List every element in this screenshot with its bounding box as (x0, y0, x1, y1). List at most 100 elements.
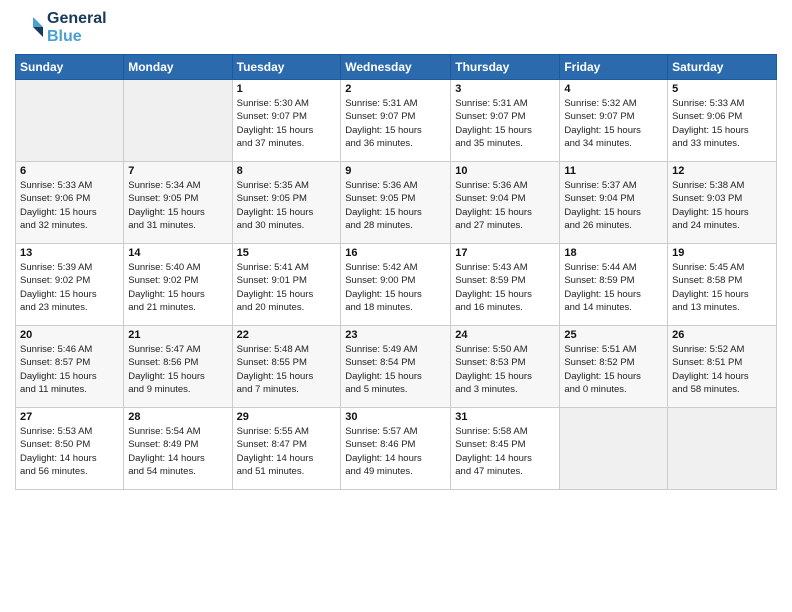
day-of-week-wednesday: Wednesday (341, 55, 451, 80)
day-number: 31 (455, 411, 555, 423)
day-info: Sunrise: 5:51 AMSunset: 8:52 PMDaylight:… (564, 343, 663, 396)
day-number: 12 (672, 165, 772, 177)
calendar-cell: 5 Sunrise: 5:33 AMSunset: 9:06 PMDaylight… (668, 80, 777, 162)
calendar-cell: 15Sunrise: 5:41 AMSunset: 9:01 PMDayligh… (232, 244, 341, 326)
day-info: Sunrise: 5:35 AMSunset: 9:05 PMDaylight:… (237, 179, 337, 232)
day-info: Sunrise: 5:37 AMSunset: 9:04 PMDaylight:… (564, 179, 663, 232)
day-info: Sunrise: 5:45 AMSunset: 8:58 PMDaylight:… (672, 261, 772, 314)
calendar-cell: 11 Sunrise: 5:37 AMSunset: 9:04 PMDayligh… (560, 162, 668, 244)
day-number: 18 (564, 247, 663, 259)
day-number: 26 (672, 329, 772, 341)
day-info: Sunrise: 5:47 AMSunset: 8:56 PMDaylight:… (128, 343, 227, 396)
day-info: Sunrise: 5:30 AMSunset: 9:07 PMDaylight:… (237, 97, 337, 150)
calendar-week-row: 1 Sunrise: 5:30 AMSunset: 9:07 PMDaylight… (16, 80, 777, 162)
day-info: Sunrise: 5:46 AMSunset: 8:57 PMDaylight:… (20, 343, 119, 396)
calendar-cell: 2Sunrise: 5:31 AMSunset: 9:07 PMDaylight… (341, 80, 451, 162)
calendar-cell: 8Sunrise: 5:35 AMSunset: 9:05 PMDaylight… (232, 162, 341, 244)
calendar-cell: 23 Sunrise: 5:49 AMSunset: 8:54 PMDayligh… (341, 326, 451, 408)
calendar-cell: 1 Sunrise: 5:30 AMSunset: 9:07 PMDaylight… (232, 80, 341, 162)
day-info: Sunrise: 5:41 AMSunset: 9:01 PMDaylight:… (237, 261, 337, 314)
day-info: Sunrise: 5:36 AMSunset: 9:04 PMDaylight:… (455, 179, 555, 232)
calendar-week-row: 6 Sunrise: 5:33 AMSunset: 9:06 PMDaylight… (16, 162, 777, 244)
day-info: Sunrise: 5:49 AMSunset: 8:54 PMDaylight:… (345, 343, 446, 396)
calendar-cell: 18 Sunrise: 5:44 AMSunset: 8:59 PMDayligh… (560, 244, 668, 326)
day-number: 3 (455, 83, 555, 95)
calendar-cell: 10 Sunrise: 5:36 AMSunset: 9:04 PMDayligh… (451, 162, 560, 244)
day-number: 23 (345, 329, 446, 341)
calendar-week-row: 20 Sunrise: 5:46 AMSunset: 8:57 PMDayligh… (16, 326, 777, 408)
logo-text: General Blue (47, 10, 107, 46)
day-info: Sunrise: 5:48 AMSunset: 8:55 PMDaylight:… (237, 343, 337, 396)
day-number: 13 (20, 247, 119, 259)
calendar-cell: 25 Sunrise: 5:51 AMSunset: 8:52 PMDayligh… (560, 326, 668, 408)
day-info: Sunrise: 5:44 AMSunset: 8:59 PMDaylight:… (564, 261, 663, 314)
day-info: Sunrise: 5:42 AMSunset: 9:00 PMDaylight:… (345, 261, 446, 314)
day-number: 11 (564, 165, 663, 177)
day-info: Sunrise: 5:36 AMSunset: 9:05 PMDaylight:… (345, 179, 446, 232)
day-info: Sunrise: 5:50 AMSunset: 8:53 PMDaylight:… (455, 343, 555, 396)
logo: General Blue (15, 10, 107, 46)
calendar-week-row: 27 Sunrise: 5:53 AMSunset: 8:50 PMDayligh… (16, 408, 777, 490)
calendar-cell: 3 Sunrise: 5:31 AMSunset: 9:07 PMDaylight… (451, 80, 560, 162)
day-number: 22 (237, 329, 337, 341)
calendar-cell: 7 Sunrise: 5:34 AMSunset: 9:05 PMDaylight… (124, 162, 232, 244)
day-number: 21 (128, 329, 227, 341)
calendar-cell: 27 Sunrise: 5:53 AMSunset: 8:50 PMDayligh… (16, 408, 124, 490)
day-number: 6 (20, 165, 119, 177)
day-number: 19 (672, 247, 772, 259)
day-number: 4 (564, 83, 663, 95)
calendar-cell: 26Sunrise: 5:52 AMSunset: 8:51 PMDayligh… (668, 326, 777, 408)
calendar-cell (16, 80, 124, 162)
day-info: Sunrise: 5:57 AMSunset: 8:46 PMDaylight:… (345, 425, 446, 478)
calendar-cell: 17Sunrise: 5:43 AMSunset: 8:59 PMDayligh… (451, 244, 560, 326)
day-info: Sunrise: 5:43 AMSunset: 8:59 PMDaylight:… (455, 261, 555, 314)
day-info: Sunrise: 5:38 AMSunset: 9:03 PMDaylight:… (672, 179, 772, 232)
header: General Blue (15, 10, 777, 46)
calendar-cell: 12 Sunrise: 5:38 AMSunset: 9:03 PMDayligh… (668, 162, 777, 244)
day-number: 5 (672, 83, 772, 95)
calendar-table: SundayMondayTuesdayWednesdayThursdayFrid… (15, 54, 777, 490)
day-number: 1 (237, 83, 337, 95)
day-of-week-tuesday: Tuesday (232, 55, 341, 80)
day-number: 25 (564, 329, 663, 341)
day-info: Sunrise: 5:54 AMSunset: 8:49 PMDaylight:… (128, 425, 227, 478)
calendar-cell: 6 Sunrise: 5:33 AMSunset: 9:06 PMDaylight… (16, 162, 124, 244)
calendar-cell: 28 Sunrise: 5:54 AMSunset: 8:49 PMDayligh… (124, 408, 232, 490)
calendar-cell: 13Sunrise: 5:39 AMSunset: 9:02 PMDayligh… (16, 244, 124, 326)
calendar-week-row: 13Sunrise: 5:39 AMSunset: 9:02 PMDayligh… (16, 244, 777, 326)
day-of-week-saturday: Saturday (668, 55, 777, 80)
day-number: 24 (455, 329, 555, 341)
day-number: 10 (455, 165, 555, 177)
day-number: 27 (20, 411, 119, 423)
day-number: 7 (128, 165, 227, 177)
calendar-cell: 14Sunrise: 5:40 AMSunset: 9:02 PMDayligh… (124, 244, 232, 326)
day-of-week-sunday: Sunday (16, 55, 124, 80)
calendar-cell: 20 Sunrise: 5:46 AMSunset: 8:57 PMDayligh… (16, 326, 124, 408)
logo-icon (15, 13, 45, 43)
calendar-header-row: SundayMondayTuesdayWednesdayThursdayFrid… (16, 55, 777, 80)
day-of-week-thursday: Thursday (451, 55, 560, 80)
day-of-week-monday: Monday (124, 55, 232, 80)
day-number: 28 (128, 411, 227, 423)
calendar-cell (668, 408, 777, 490)
calendar-cell: 30Sunrise: 5:57 AMSunset: 8:46 PMDayligh… (341, 408, 451, 490)
page: General Blue SundayMondayTuesdayWednesda… (0, 0, 792, 612)
day-info: Sunrise: 5:53 AMSunset: 8:50 PMDaylight:… (20, 425, 119, 478)
calendar-cell: 22 Sunrise: 5:48 AMSunset: 8:55 PMDayligh… (232, 326, 341, 408)
calendar-cell: 31Sunrise: 5:58 AMSunset: 8:45 PMDayligh… (451, 408, 560, 490)
calendar-cell (560, 408, 668, 490)
day-number: 9 (345, 165, 446, 177)
calendar-cell: 19 Sunrise: 5:45 AMSunset: 8:58 PMDayligh… (668, 244, 777, 326)
calendar-cell: 16Sunrise: 5:42 AMSunset: 9:00 PMDayligh… (341, 244, 451, 326)
day-number: 20 (20, 329, 119, 341)
calendar-cell: 24 Sunrise: 5:50 AMSunset: 8:53 PMDayligh… (451, 326, 560, 408)
day-info: Sunrise: 5:32 AMSunset: 9:07 PMDaylight:… (564, 97, 663, 150)
day-info: Sunrise: 5:34 AMSunset: 9:05 PMDaylight:… (128, 179, 227, 232)
calendar-cell (124, 80, 232, 162)
day-number: 2 (345, 83, 446, 95)
day-info: Sunrise: 5:31 AMSunset: 9:07 PMDaylight:… (455, 97, 555, 150)
day-info: Sunrise: 5:33 AMSunset: 9:06 PMDaylight:… (672, 97, 772, 150)
day-number: 29 (237, 411, 337, 423)
day-info: Sunrise: 5:33 AMSunset: 9:06 PMDaylight:… (20, 179, 119, 232)
day-info: Sunrise: 5:55 AMSunset: 8:47 PMDaylight:… (237, 425, 337, 478)
